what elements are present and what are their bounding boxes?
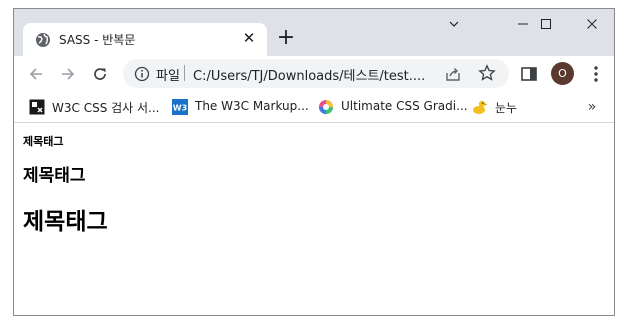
new-tab-button[interactable]: +: [274, 26, 298, 50]
bookmarks-bar: W3C CSS 검사 서... W3 The W3C Markup... Ult…: [14, 92, 614, 123]
browser-toolbar: 파일 C:/Users/TJ/Downloads/테스트/test.... O: [14, 56, 614, 92]
info-icon[interactable]: [134, 66, 150, 82]
tab-close-icon[interactable]: ✕: [239, 28, 259, 48]
duck-icon: [473, 100, 488, 114]
w3-icon: W3: [172, 99, 188, 115]
close-window-button[interactable]: [569, 13, 614, 37]
reload-button[interactable]: [88, 62, 112, 86]
bookmark-item[interactable]: W3 The W3C Markup...: [172, 97, 312, 117]
address-bar[interactable]: 파일 C:/Users/TJ/Downloads/테스트/test....: [123, 59, 509, 88]
more-bookmarks-button[interactable]: »: [584, 97, 600, 117]
reload-icon: [94, 68, 106, 80]
address-separator: [184, 65, 185, 81]
gradient-wheel-icon: [319, 100, 333, 114]
share-icon[interactable]: [444, 65, 462, 83]
forward-button[interactable]: [56, 62, 80, 86]
w3c-validator-icon: [29, 99, 45, 115]
bookmark-label: W3C CSS 검사 서...: [52, 101, 160, 115]
close-icon: [587, 19, 597, 29]
heading-large: 제목태그: [23, 209, 108, 235]
bookmark-item[interactable]: 눈누: [472, 97, 532, 117]
heading-small: 제목태그: [23, 135, 64, 148]
tab-search-button[interactable]: [431, 13, 477, 37]
page-content: 제목태그 제목태그 제목태그: [14, 124, 614, 315]
forward-arrow-icon: [62, 68, 75, 80]
heading-medium: 제목태그: [23, 166, 86, 186]
chevron-down-icon: [449, 21, 459, 27]
more-menu-icon[interactable]: [587, 64, 605, 84]
svg-text:W3: W3: [173, 104, 187, 113]
maximize-icon: [541, 19, 551, 29]
bookmark-label: The W3C Markup...: [195, 99, 309, 113]
bookmark-label: 눈누: [495, 101, 518, 115]
maximize-button[interactable]: [523, 13, 569, 37]
profile-avatar[interactable]: O: [551, 62, 574, 85]
back-arrow-icon: [29, 68, 42, 80]
url-text[interactable]: C:/Users/TJ/Downloads/테스트/test....: [193, 65, 435, 84]
back-button[interactable]: [24, 62, 48, 86]
active-tab[interactable]: SASS - 반복문 ✕: [23, 23, 267, 56]
side-panel-icon[interactable]: [519, 64, 539, 84]
title-bar: SASS - 반복문 ✕ +: [14, 9, 614, 56]
bookmark-star-icon[interactable]: [478, 64, 496, 82]
bookmark-item[interactable]: Ultimate CSS Gradi...: [318, 97, 468, 117]
globe-icon: [36, 33, 50, 47]
tab-title: SASS - 반복문: [59, 33, 136, 47]
browser-window: SASS - 반복문 ✕ + 파일 C:/Users/TJ/Downloads/…: [13, 8, 615, 316]
bookmark-label: Ultimate CSS Gradi...: [341, 99, 468, 113]
bookmark-item[interactable]: W3C CSS 검사 서...: [29, 97, 169, 117]
scheme-label: 파일: [156, 69, 180, 84]
